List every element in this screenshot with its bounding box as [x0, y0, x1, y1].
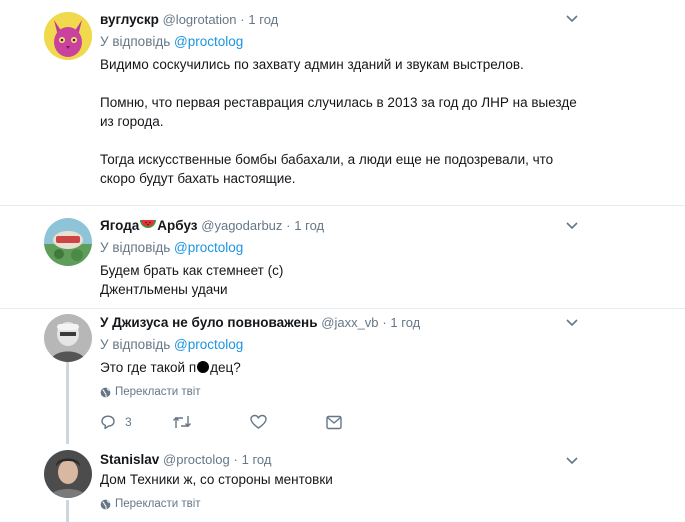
timestamp[interactable]: 1 год [242, 452, 272, 467]
separator-dot: · [286, 218, 291, 233]
chevron-down-icon[interactable] [566, 15, 578, 23]
translate-label: Перекласти твіт [115, 498, 201, 510]
like-button[interactable] [249, 414, 267, 430]
timestamp[interactable]: 1 год [390, 315, 420, 330]
tweet-header: У Джизуса не було повноважень @jaxx_vb ·… [100, 313, 585, 333]
reply-button[interactable]: 3 [100, 414, 132, 430]
timestamp[interactable]: 1 год [248, 12, 278, 27]
tweet-stanislav: Stanislav @proctolog · 1 год Дом Техники… [0, 444, 685, 522]
mention-link[interactable]: @proctolog [174, 34, 243, 49]
avatar-image [44, 450, 92, 498]
thread-line [66, 362, 69, 444]
like-icon [249, 414, 267, 429]
avatar-logrotation[interactable] [44, 12, 92, 60]
message-button[interactable] [325, 415, 342, 430]
tweet-yagodarbuz: Ягода Арбуз @yagodarbuz · 1 год У відпові… [0, 206, 685, 308]
avatar-image [44, 218, 92, 266]
display-name[interactable]: Stanislav [100, 452, 159, 467]
translate-link[interactable]: Перекласти твіт [100, 496, 585, 512]
tweet-header: Ягода Арбуз @yagodarbuz · 1 год [100, 216, 585, 236]
tweet-text: Видимо соскучились по захвату админ здан… [100, 55, 585, 188]
timestamp[interactable]: 1 год [294, 218, 324, 233]
retweet-button[interactable] [172, 414, 192, 430]
reply-icon [101, 415, 115, 430]
reply-context: У відповідь @proctolog [100, 239, 585, 257]
chevron-down-icon[interactable] [566, 457, 578, 465]
avatar-image [44, 12, 92, 60]
retweet-icon [172, 416, 191, 428]
handle[interactable]: @logrotation [163, 12, 237, 27]
reply-context: У відповідь @proctolog [100, 33, 585, 51]
translate-label: Перекласти твіт [115, 386, 201, 398]
tweet-jaxx-vb: У Джизуса не було повноважень @jaxx_vb ·… [0, 309, 685, 444]
mention-link[interactable]: @proctolog [174, 337, 243, 352]
tweet-header: Stanislav @proctolog · 1 год [100, 450, 585, 470]
chevron-down-icon[interactable] [566, 222, 578, 230]
chevron-down-icon[interactable] [566, 319, 578, 327]
avatar-stanislav[interactable] [44, 450, 92, 498]
globe-icon [100, 387, 111, 397]
tweet-text: Дом Техники ж, со стороны ментовки [100, 472, 333, 487]
tweet-text-start: Это где такой п [100, 360, 197, 375]
tweet-paragraph: Тогда искусственные бомбы бабахали, а лю… [100, 152, 554, 186]
separator-dot: · [382, 315, 387, 330]
tweet-text-end: дец? [210, 360, 241, 375]
avatar-jaxx-vb[interactable] [44, 314, 92, 362]
tweet-line: Джентльмены удачи [100, 282, 228, 297]
display-name-part[interactable]: Арбуз [157, 218, 197, 233]
handle[interactable]: @yagodarbuz [201, 218, 282, 233]
display-name[interactable]: У Джизуса не було повноважень [100, 315, 318, 330]
reply-prefix: У відповідь [100, 34, 171, 49]
globe-icon [100, 499, 111, 509]
tweet-header: вуглускр @logrotation · 1 год [100, 10, 585, 30]
tweet-paragraph: Помню, что первая реставрация случилась … [100, 95, 577, 129]
tweet-actions: 3 [100, 412, 585, 432]
separator-dot: · [233, 452, 238, 467]
reply-count: 3 [125, 415, 132, 429]
tweet-paragraph: Видимо соскучились по захвату админ здан… [100, 57, 524, 72]
message-icon [325, 415, 342, 429]
avatar-image [44, 314, 92, 362]
censor-blob [197, 361, 210, 373]
tweet-text: Будем брать как стемнеет (с) Джентльмены… [100, 261, 585, 299]
handle[interactable]: @proctolog [163, 452, 230, 467]
tweet-text: Это где такой п дец? [100, 358, 585, 377]
avatar-yagodarbuz[interactable] [44, 218, 92, 266]
thread-line [66, 500, 69, 522]
display-name[interactable]: вуглускр [100, 12, 159, 27]
reply-prefix: У відповідь [100, 240, 171, 255]
mention-link[interactable]: @proctolog [174, 240, 243, 255]
tweet-logrotation: вуглускр @logrotation · 1 год У відповід… [0, 0, 685, 205]
tweet-line: Будем брать как стемнеет (с) [100, 263, 284, 278]
translate-link[interactable]: Перекласти твіт [100, 384, 585, 400]
reply-prefix: У відповідь [100, 337, 171, 352]
handle[interactable]: @jaxx_vb [321, 315, 378, 330]
watermelon-icon [140, 220, 157, 228]
display-name-part[interactable]: Ягода [100, 218, 139, 233]
separator-dot: · [240, 12, 245, 27]
reply-context: У відповідь @proctolog [100, 336, 585, 354]
